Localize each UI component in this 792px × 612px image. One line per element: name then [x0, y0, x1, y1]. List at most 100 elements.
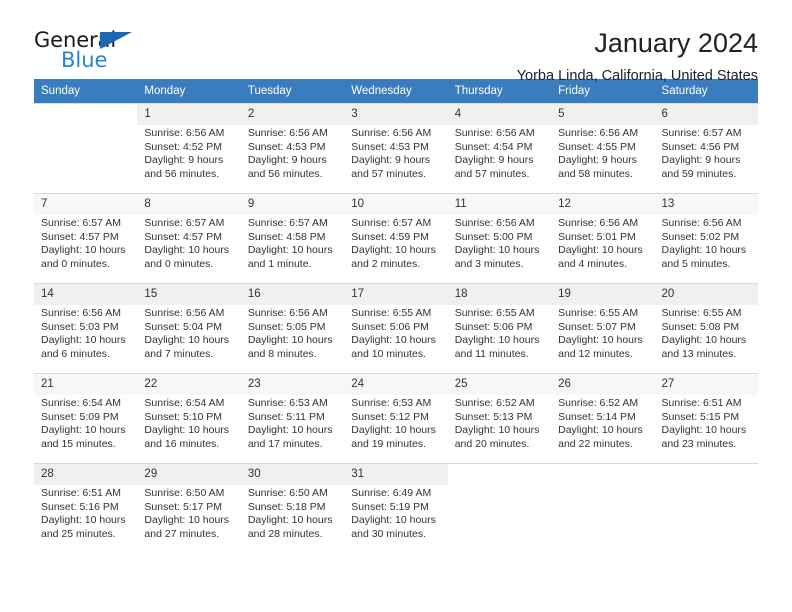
calendar-day-number: 18 [447, 284, 552, 305]
calendar-day-details: Sunrise: 6:56 AM Sunset: 5:02 PM Daylight:… [655, 215, 758, 271]
calendar-day-inner: 11 Sunrise: 6:56 AM Sunset: 5:00 PM Dayligh… [447, 193, 552, 283]
calendar-day-inner: 6 Sunrise: 6:57 AM Sunset: 4:56 PM Daylight… [654, 103, 758, 193]
calendar-day-cell[interactable]: 12 Sunrise: 6:56 AM Sunset: 5:01 PM Dayligh… [551, 193, 655, 283]
calendar-day-cell[interactable]: 31 Sunrise: 6:49 AM Sunset: 5:19 PM Dayligh… [344, 463, 448, 553]
logo-text-blue: Blue [61, 48, 108, 72]
calendar-day-cell[interactable]: 9 Sunrise: 6:57 AM Sunset: 4:58 PM Daylight… [240, 193, 345, 283]
calendar-day-cell[interactable]: 15 Sunrise: 6:56 AM Sunset: 5:04 PM Dayligh… [137, 283, 241, 373]
calendar-day-number: 6 [654, 104, 758, 125]
calendar-day-cell[interactable]: 2 Sunrise: 6:56 AM Sunset: 4:53 PM Daylight… [240, 103, 345, 193]
calendar-day-inner: 7 Sunrise: 6:57 AM Sunset: 4:57 PM Daylight… [34, 193, 138, 283]
calendar-day-cell[interactable]: 19 Sunrise: 6:55 AM Sunset: 5:07 PM Dayligh… [551, 283, 655, 373]
daylight-text-line2: and 16 minutes. [144, 437, 220, 450]
calendar-day-details: Sunrise: 6:57 AM Sunset: 4:57 PM Daylight:… [137, 215, 240, 271]
calendar-day-cell[interactable]: 16 Sunrise: 6:56 AM Sunset: 5:05 PM Dayligh… [240, 283, 345, 373]
calendar-day-number: 10 [344, 194, 448, 215]
calendar-day-cell[interactable]: 5 Sunrise: 6:56 AM Sunset: 4:55 PM Daylight… [551, 103, 655, 193]
sunrise-text: Sunrise: 6:56 AM [144, 307, 225, 319]
sunset-text: Sunset: 5:06 PM [454, 320, 533, 333]
calendar-day-number: 21 [34, 374, 138, 395]
calendar-day-cell[interactable]: 28 Sunrise: 6:51 AM Sunset: 5:16 PM Dayligh… [34, 463, 138, 553]
sunset-text: Sunset: 4:56 PM [661, 140, 740, 153]
calendar-day-number: 8 [137, 194, 241, 215]
calendar-day-details: Sunrise: 6:49 AM Sunset: 5:19 PM Daylight:… [344, 485, 447, 541]
sunrise-text: Sunrise: 6:53 AM [247, 397, 328, 409]
calendar-day-cell[interactable]: 27 Sunrise: 6:51 AM Sunset: 5:15 PM Dayligh… [654, 373, 758, 463]
calendar-day-cell[interactable]: 3 Sunrise: 6:56 AM Sunset: 4:53 PM Daylight… [344, 103, 448, 193]
calendar-day-number: 3 [344, 104, 448, 125]
calendar-day-details: Sunrise: 6:55 AM Sunset: 5:06 PM Daylight:… [448, 305, 551, 361]
calendar-day-inner: 22 Sunrise: 6:54 AM Sunset: 5:10 PM Dayligh… [137, 373, 241, 463]
sunrise-text: Sunrise: 6:57 AM [144, 217, 225, 229]
daylight-text-line2: and 57 minutes. [454, 167, 530, 180]
calendar-day-inner: 13 Sunrise: 6:56 AM Sunset: 5:02 PM Dayligh… [654, 193, 758, 283]
calendar-day-cell[interactable]: 25 Sunrise: 6:52 AM Sunset: 5:13 PM Dayligh… [447, 373, 552, 463]
daylight-text-line1: Daylight: 10 hours [454, 334, 540, 347]
calendar-day-number: 30 [240, 464, 345, 485]
calendar-day-cell[interactable]: 17 Sunrise: 6:55 AM Sunset: 5:06 PM Dayligh… [344, 283, 448, 373]
sunrise-text: Sunrise: 6:57 AM [351, 217, 432, 229]
calendar-day-number [551, 464, 654, 485]
calendar-day-cell[interactable]: 18 Sunrise: 6:55 AM Sunset: 5:06 PM Dayligh… [447, 283, 552, 373]
calendar-day-number: 22 [137, 374, 241, 395]
sunset-text: Sunset: 5:03 PM [41, 320, 119, 333]
calendar-day-cell[interactable]: 23 Sunrise: 6:53 AM Sunset: 5:11 PM Dayligh… [240, 373, 345, 463]
sunrise-text: Sunrise: 6:51 AM [661, 397, 742, 409]
daylight-text-line1: Daylight: 10 hours [558, 424, 643, 437]
calendar-day-cell[interactable]: 21 Sunrise: 6:54 AM Sunset: 5:09 PM Dayligh… [34, 373, 138, 463]
calendar-day-cell[interactable]: 6 Sunrise: 6:57 AM Sunset: 4:56 PM Daylight… [654, 103, 758, 193]
daylight-text-line2: and 56 minutes. [144, 167, 220, 180]
calendar-day-inner: 27 Sunrise: 6:51 AM Sunset: 5:15 PM Dayligh… [654, 373, 758, 463]
sunrise-text: Sunrise: 6:56 AM [247, 307, 328, 319]
calendar-day-inner [654, 463, 758, 553]
calendar-day-cell[interactable]: 14 Sunrise: 6:56 AM Sunset: 5:03 PM Dayligh… [34, 283, 138, 373]
calendar-day-cell[interactable]: 8 Sunrise: 6:57 AM Sunset: 4:57 PM Daylight… [137, 193, 241, 283]
daylight-text-line1: Daylight: 9 hours [144, 154, 224, 167]
sunrise-text: Sunrise: 6:56 AM [558, 127, 639, 139]
sunrise-text: Sunrise: 6:52 AM [454, 397, 535, 409]
daylight-text-line2: and 0 minutes. [144, 257, 214, 270]
calendar-day-cell[interactable]: 30 Sunrise: 6:50 AM Sunset: 5:18 PM Dayligh… [240, 463, 345, 553]
calendar-day-cell[interactable]: 29 Sunrise: 6:50 AM Sunset: 5:17 PM Dayligh… [137, 463, 241, 553]
calendar-day-cell[interactable]: 24 Sunrise: 6:53 AM Sunset: 5:12 PM Dayligh… [344, 373, 448, 463]
sunrise-text: Sunrise: 6:56 AM [558, 217, 639, 229]
sunset-text: Sunset: 5:19 PM [351, 500, 429, 513]
calendar-day-number: 4 [447, 104, 552, 125]
calendar-day-details: Sunrise: 6:55 AM Sunset: 5:08 PM Daylight:… [655, 305, 758, 361]
calendar-day-cell[interactable]: 13 Sunrise: 6:56 AM Sunset: 5:02 PM Dayligh… [654, 193, 758, 283]
sunset-text: Sunset: 5:06 PM [351, 320, 429, 333]
daylight-text-line2: and 56 minutes. [247, 167, 323, 180]
sunset-text: Sunset: 5:01 PM [558, 230, 636, 243]
calendar-day-details: Sunrise: 6:56 AM Sunset: 4:54 PM Daylight:… [448, 125, 551, 181]
daylight-text-line2: and 57 minutes. [351, 167, 426, 180]
calendar-day-inner: 12 Sunrise: 6:56 AM Sunset: 5:01 PM Dayligh… [551, 193, 655, 283]
calendar-day-inner: 21 Sunrise: 6:54 AM Sunset: 5:09 PM Dayligh… [34, 373, 138, 463]
daylight-text-line1: Daylight: 10 hours [41, 514, 126, 527]
daylight-text-line1: Daylight: 9 hours [558, 154, 637, 167]
calendar-day-cell[interactable]: 1 Sunrise: 6:56 AM Sunset: 4:52 PM Daylight… [137, 103, 241, 193]
sunset-text: Sunset: 5:00 PM [454, 230, 533, 243]
calendar-day-inner: 26 Sunrise: 6:52 AM Sunset: 5:14 PM Dayligh… [551, 373, 655, 463]
calendar-day-details: Sunrise: 6:50 AM Sunset: 5:18 PM Daylight:… [241, 485, 344, 541]
daylight-text-line2: and 22 minutes. [558, 437, 633, 450]
weekday-header-sunday: Sunday [34, 79, 138, 103]
daylight-text-line2: and 30 minutes. [351, 527, 426, 540]
calendar-day-cell[interactable]: 11 Sunrise: 6:56 AM Sunset: 5:00 PM Dayligh… [447, 193, 552, 283]
calendar-day-number: 24 [344, 374, 448, 395]
calendar-day-details: Sunrise: 6:57 AM Sunset: 4:57 PM Daylight:… [34, 215, 137, 271]
calendar-day-cell[interactable]: 10 Sunrise: 6:57 AM Sunset: 4:59 PM Dayligh… [344, 193, 448, 283]
calendar-page: General Blue January 2024 Yorba Linda, C… [0, 0, 792, 612]
calendar-day-cell[interactable]: 20 Sunrise: 6:55 AM Sunset: 5:08 PM Dayligh… [654, 283, 758, 373]
daylight-text-line1: Daylight: 10 hours [144, 334, 230, 347]
general-blue-logo: General Blue [34, 28, 152, 74]
calendar-day-inner: 29 Sunrise: 6:50 AM Sunset: 5:17 PM Dayligh… [137, 463, 241, 553]
daylight-text-line2: and 1 minute. [247, 257, 312, 270]
calendar-day-number: 12 [551, 194, 655, 215]
calendar-day-cell[interactable]: 4 Sunrise: 6:56 AM Sunset: 4:54 PM Daylight… [447, 103, 552, 193]
sunrise-text: Sunrise: 6:55 AM [351, 307, 432, 319]
calendar-day-cell[interactable]: 22 Sunrise: 6:54 AM Sunset: 5:10 PM Dayligh… [137, 373, 241, 463]
daylight-text-line1: Daylight: 10 hours [558, 244, 643, 257]
calendar-day-cell[interactable]: 26 Sunrise: 6:52 AM Sunset: 5:14 PM Dayligh… [551, 373, 655, 463]
sunset-text: Sunset: 5:10 PM [144, 410, 223, 423]
calendar-day-cell[interactable]: 7 Sunrise: 6:57 AM Sunset: 4:57 PM Daylight… [34, 193, 138, 283]
